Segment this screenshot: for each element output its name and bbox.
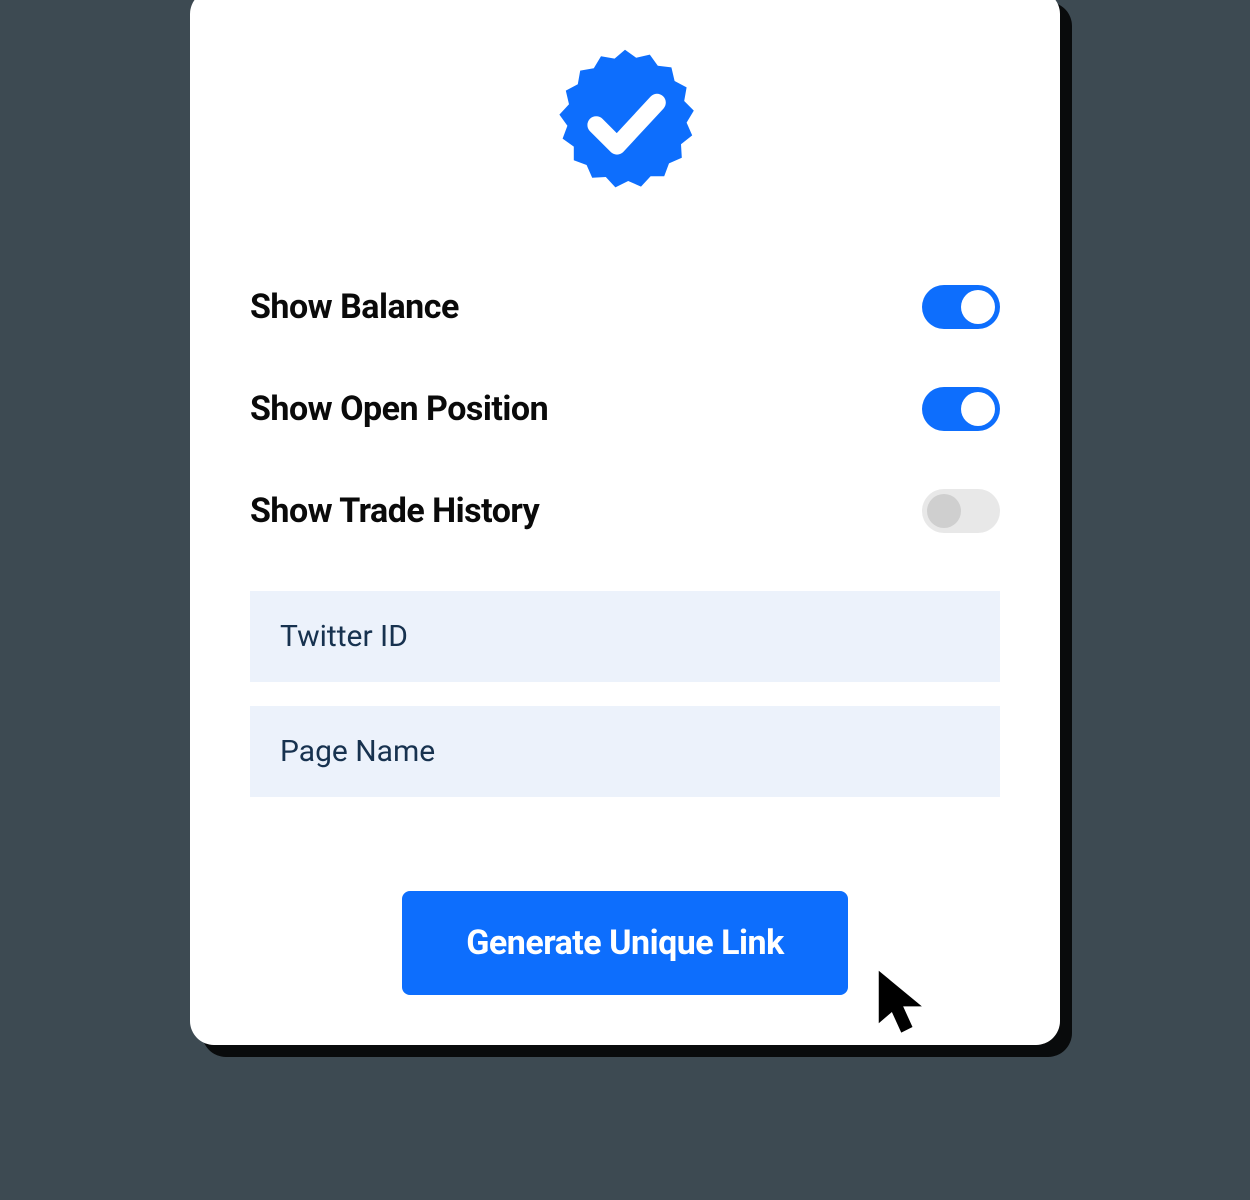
settings-card: Show Balance Show Open Position Show Tra…: [190, 0, 1060, 1045]
toggle-knob: [961, 290, 995, 324]
button-wrap: Generate Unique Link: [250, 891, 1000, 995]
toggle-label-balance: Show Balance: [250, 287, 459, 327]
toggle-label-trade-history: Show Trade History: [250, 491, 539, 531]
toggle-row-balance: Show Balance: [250, 285, 1000, 329]
toggle-show-open-position[interactable]: [922, 387, 1000, 431]
toggle-label-open-position: Show Open Position: [250, 389, 548, 429]
page-name-input[interactable]: [250, 706, 1000, 797]
toggle-knob: [961, 392, 995, 426]
verified-badge-icon: [545, 45, 705, 205]
toggle-show-trade-history[interactable]: [922, 489, 1000, 533]
toggle-row-trade-history: Show Trade History: [250, 489, 1000, 533]
toggle-show-balance[interactable]: [922, 285, 1000, 329]
toggle-knob: [927, 494, 961, 528]
generate-unique-link-button[interactable]: Generate Unique Link: [402, 891, 847, 995]
badge-wrap: [250, 45, 1000, 205]
cursor-icon: [875, 967, 935, 1037]
toggle-row-open-position: Show Open Position: [250, 387, 1000, 431]
twitter-id-input[interactable]: [250, 591, 1000, 682]
